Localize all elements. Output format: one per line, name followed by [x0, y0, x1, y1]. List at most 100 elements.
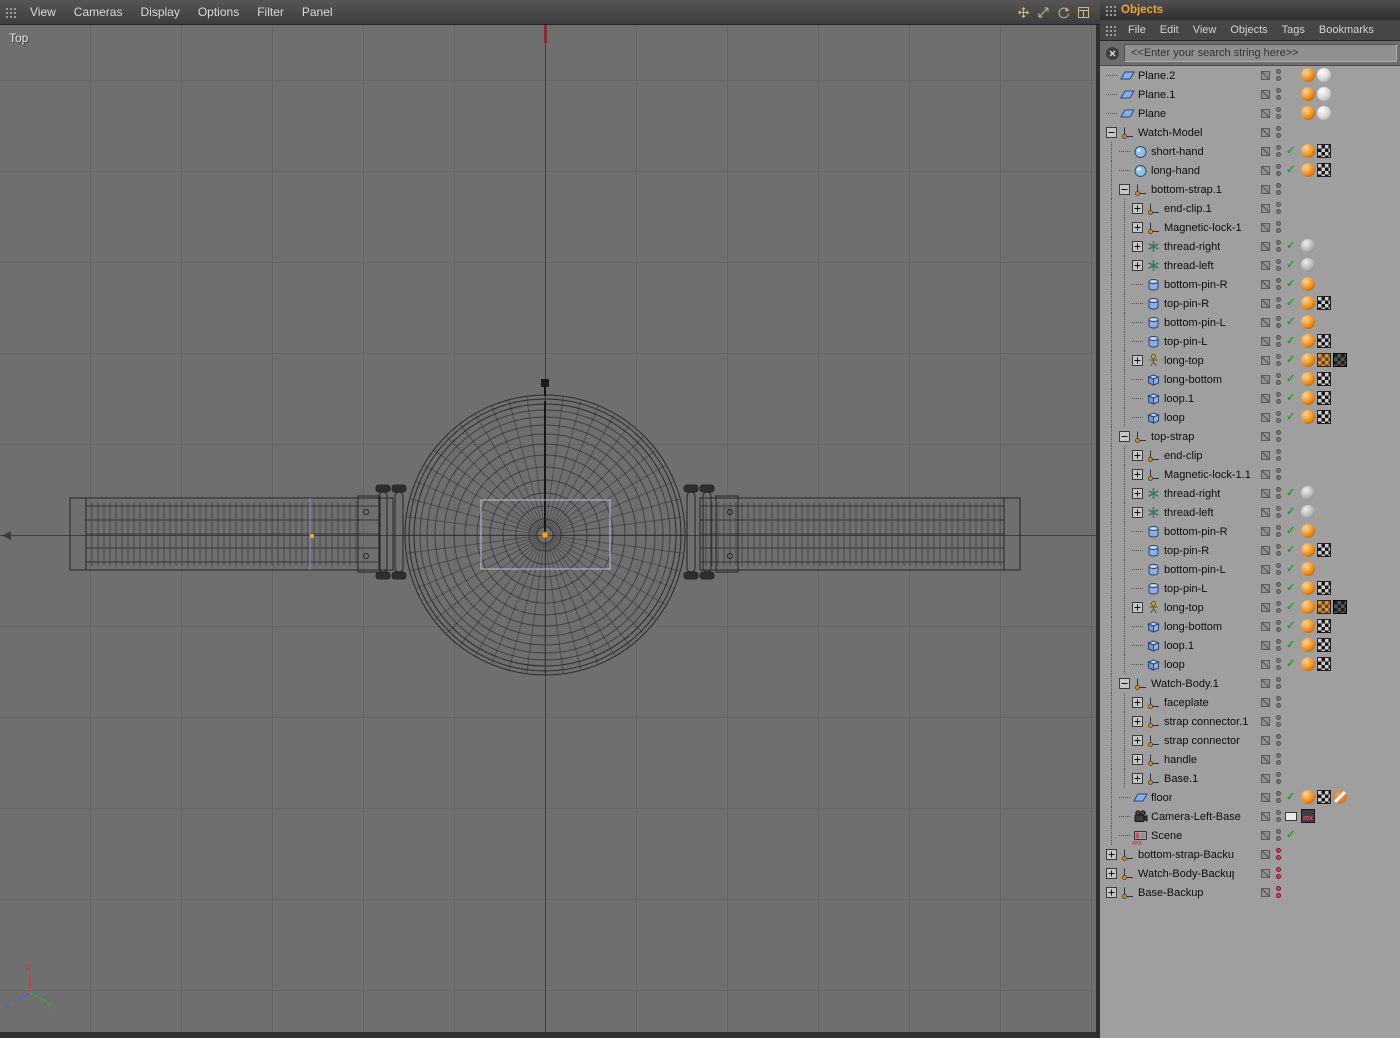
- enabled-check-icon[interactable]: ✓: [1286, 239, 1295, 253]
- object-row-loop-1[interactable]: loop.1✓: [1100, 636, 1400, 655]
- toggle-view-icon[interactable]: [1077, 6, 1090, 19]
- cylinder-object-icon[interactable]: [1145, 562, 1161, 578]
- uvw-tag-icon[interactable]: [1317, 410, 1331, 424]
- expand-icon[interactable]: [1132, 507, 1143, 518]
- layer-box[interactable]: [1261, 223, 1270, 232]
- layer-box[interactable]: [1261, 717, 1270, 726]
- noentry-tag-icon[interactable]: [1333, 790, 1347, 804]
- view-label[interactable]: Top: [9, 31, 28, 45]
- enabled-check-icon[interactable]: ✓: [1286, 486, 1295, 500]
- visibility-dots[interactable]: [1276, 677, 1281, 689]
- search-input[interactable]: <<Enter your search string here>>: [1124, 44, 1397, 62]
- object-row-watch-body-1[interactable]: Watch-Body.1: [1100, 674, 1400, 693]
- object-row-bottom-pin-r[interactable]: bottom-pin-R✓: [1100, 275, 1400, 294]
- object-row-watch-model[interactable]: Watch-Model: [1100, 123, 1400, 142]
- object-row-camera-left-base[interactable]: Camera-Left-Basemx: [1100, 807, 1400, 826]
- null-object-icon[interactable]: [1119, 847, 1135, 863]
- phong-tag-icon[interactable]: [1301, 600, 1315, 614]
- layer-box[interactable]: [1261, 565, 1270, 574]
- layer-box[interactable]: [1261, 185, 1270, 194]
- expand-icon[interactable]: [1132, 222, 1143, 233]
- expand-icon[interactable]: [1106, 849, 1117, 860]
- layer-box[interactable]: [1261, 584, 1270, 593]
- object-row-end-clip[interactable]: end-clip: [1100, 446, 1400, 465]
- layer-box[interactable]: [1261, 451, 1270, 460]
- phong-tag-icon[interactable]: [1301, 391, 1315, 405]
- visibility-dots[interactable]: [1276, 240, 1281, 252]
- scene-object-icon[interactable]: mx: [1132, 828, 1148, 844]
- visibility-dots[interactable]: [1276, 506, 1281, 518]
- sphere-object-icon[interactable]: [1132, 163, 1148, 179]
- object-row-bottom-strap-1[interactable]: bottom-strap.1: [1100, 180, 1400, 199]
- visibility-dots[interactable]: [1276, 107, 1281, 119]
- enabled-check-icon[interactable]: ✓: [1286, 581, 1295, 595]
- cylinder-object-icon[interactable]: [1145, 315, 1161, 331]
- object-row-strap-connector[interactable]: strap connector: [1100, 731, 1400, 750]
- layer-box[interactable]: [1261, 375, 1270, 384]
- visibility-dots[interactable]: [1276, 411, 1281, 423]
- visibility-dots[interactable]: [1276, 316, 1281, 328]
- enabled-check-icon[interactable]: ✓: [1286, 258, 1295, 272]
- cube-object-icon[interactable]: [1145, 638, 1161, 654]
- layer-box[interactable]: [1261, 280, 1270, 289]
- visibility-dots[interactable]: [1276, 373, 1281, 385]
- enabled-check-icon[interactable]: ✓: [1286, 410, 1295, 424]
- null-object-icon[interactable]: [1132, 429, 1148, 445]
- cube-object-icon[interactable]: [1145, 372, 1161, 388]
- cylinder-object-icon[interactable]: [1145, 581, 1161, 597]
- plane-object-icon[interactable]: [1132, 790, 1148, 806]
- matgray-tag-icon[interactable]: [1301, 486, 1315, 500]
- layer-box[interactable]: [1261, 508, 1270, 517]
- expand-icon[interactable]: [1132, 754, 1143, 765]
- phong-tag-icon[interactable]: [1301, 315, 1315, 329]
- enabled-check-icon[interactable]: ✓: [1286, 657, 1295, 671]
- layer-box[interactable]: [1261, 774, 1270, 783]
- object-row-long-bottom[interactable]: long-bottom✓: [1100, 370, 1400, 389]
- expand-icon[interactable]: [1132, 260, 1143, 271]
- star-object-icon[interactable]: [1145, 239, 1161, 255]
- expand-icon[interactable]: [1132, 488, 1143, 499]
- menu-item-file[interactable]: File: [1121, 20, 1153, 41]
- layer-box[interactable]: [1261, 679, 1270, 688]
- orangecheck-tag-icon[interactable]: [1317, 600, 1331, 614]
- layer-box[interactable]: [1261, 413, 1270, 422]
- object-row-plane-2[interactable]: Plane.2: [1100, 66, 1400, 85]
- visibility-dots[interactable]: [1276, 601, 1281, 613]
- layer-box[interactable]: [1261, 166, 1270, 175]
- layer-box[interactable]: [1261, 128, 1270, 137]
- uvw-tag-icon[interactable]: [1317, 581, 1331, 595]
- uvw-tag-icon[interactable]: [1317, 790, 1331, 804]
- visibility-dots[interactable]: [1276, 715, 1281, 727]
- collapse-icon[interactable]: [1119, 678, 1130, 689]
- collapse-icon[interactable]: [1106, 127, 1117, 138]
- layer-box[interactable]: [1261, 869, 1270, 878]
- layer-box[interactable]: [1261, 489, 1270, 498]
- enabled-check-icon[interactable]: ✓: [1286, 619, 1295, 633]
- menu-item-view[interactable]: View: [1186, 20, 1224, 41]
- enabled-check-icon[interactable]: ✓: [1286, 600, 1295, 614]
- layer-box[interactable]: [1261, 888, 1270, 897]
- expand-icon[interactable]: [1132, 469, 1143, 480]
- figure-object-icon[interactable]: [1145, 600, 1161, 616]
- phong-tag-icon[interactable]: [1301, 524, 1315, 538]
- layer-box[interactable]: [1261, 755, 1270, 764]
- menu-item-view[interactable]: View: [21, 0, 65, 25]
- object-row-top-pin-r[interactable]: top-pin-R✓: [1100, 294, 1400, 313]
- object-row-bottom-pin-l[interactable]: bottom-pin-L✓: [1100, 560, 1400, 579]
- null-object-icon[interactable]: [1145, 467, 1161, 483]
- expand-icon[interactable]: [1132, 716, 1143, 727]
- object-row-base-backup[interactable]: Base-Backup: [1100, 883, 1400, 902]
- object-row-loop[interactable]: loop✓: [1100, 655, 1400, 674]
- visibility-dots[interactable]: [1276, 145, 1281, 157]
- orangecheck-tag-icon[interactable]: [1317, 353, 1331, 367]
- phong-tag-icon[interactable]: [1301, 562, 1315, 576]
- enabled-check-icon[interactable]: ✓: [1286, 828, 1295, 842]
- object-row-bottom-pin-r[interactable]: bottom-pin-R✓: [1100, 522, 1400, 541]
- null-object-icon[interactable]: [1145, 448, 1161, 464]
- visibility-dots[interactable]: [1276, 183, 1281, 195]
- cylinder-object-icon[interactable]: [1145, 334, 1161, 350]
- phong-tag-icon[interactable]: [1301, 163, 1315, 177]
- uvw-tag-icon[interactable]: [1317, 543, 1331, 557]
- layer-box[interactable]: [1261, 603, 1270, 612]
- visibility-dots[interactable]: [1276, 582, 1281, 594]
